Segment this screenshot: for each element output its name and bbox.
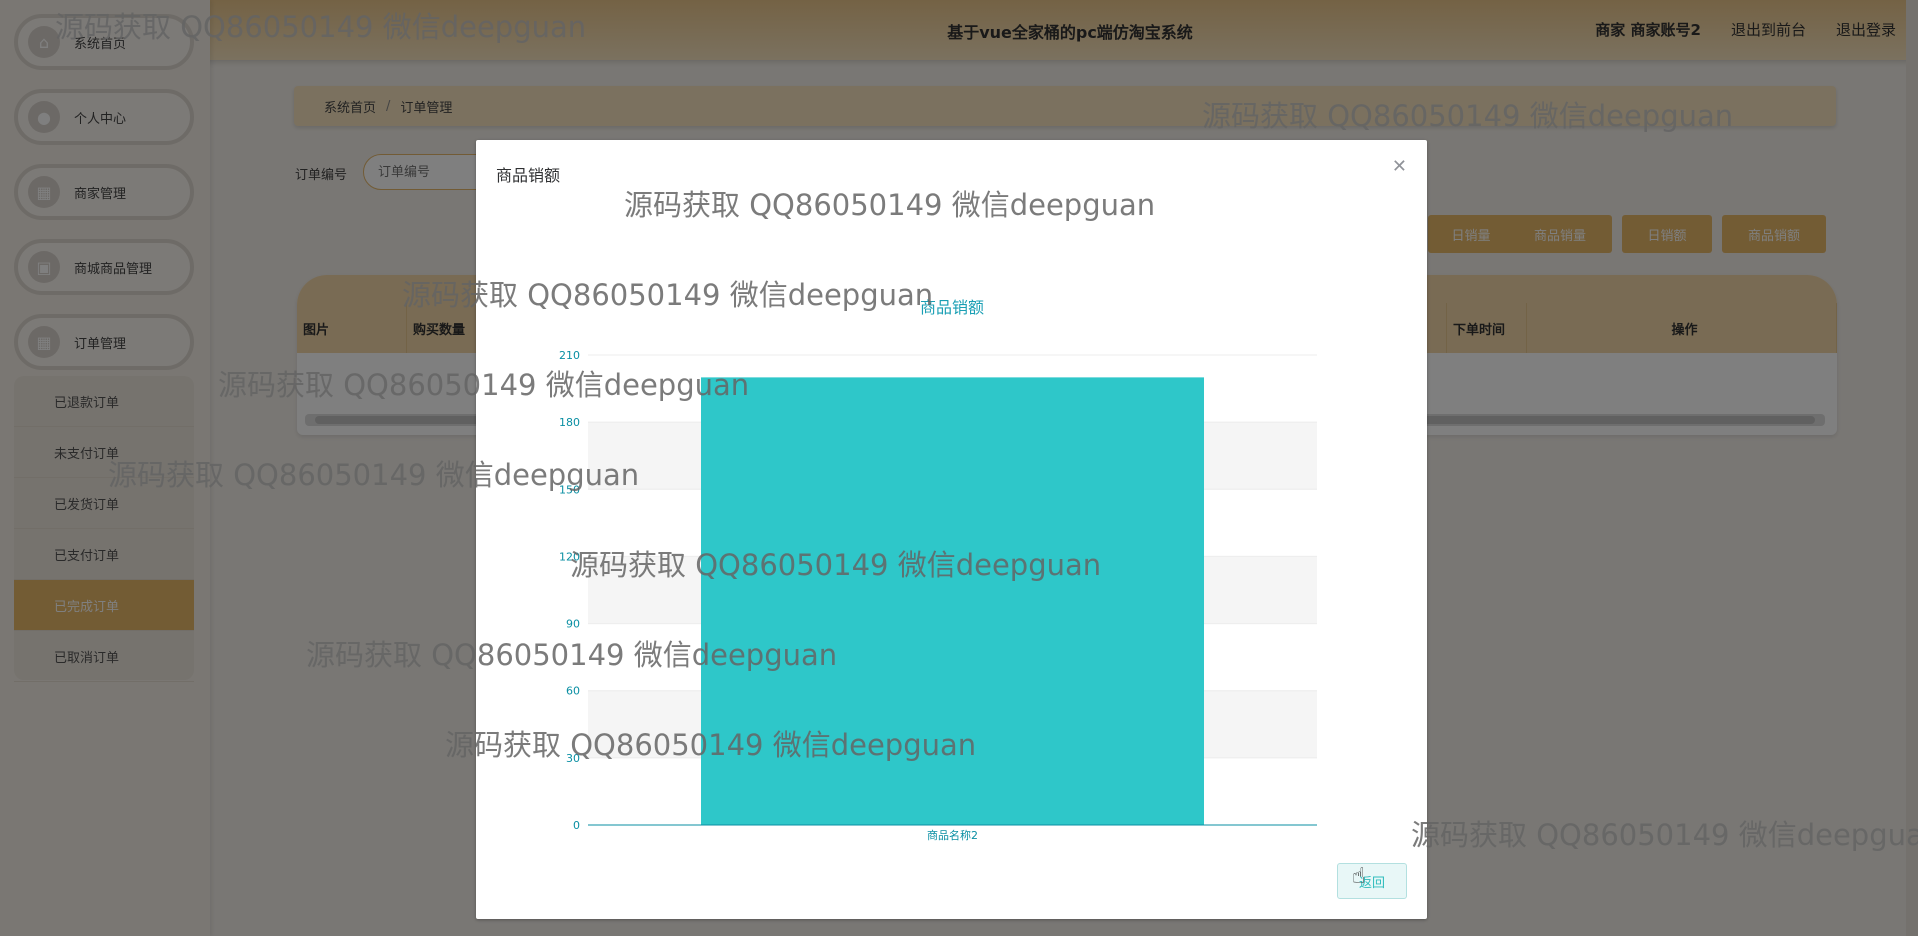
mouse-cursor-icon: ☝	[1352, 864, 1366, 889]
sales-bar-chart: 商品销额 0 30 60 90 120 150 180 210 商品名称2	[559, 298, 1317, 842]
y-tick-label: 0	[573, 819, 580, 832]
chart-bars	[700, 377, 1205, 825]
y-tick-label: 30	[566, 752, 580, 765]
y-tick-label: 180	[559, 416, 580, 429]
y-tick-label: 60	[566, 685, 580, 698]
chart-bar	[700, 377, 1205, 825]
chart-title: 商品销额	[920, 298, 984, 317]
dialog-title: 商品销额	[496, 166, 561, 185]
y-tick-label: 90	[566, 618, 580, 631]
sales-amount-dialog: 商品销额 ✕ 商品销额 0 30 60 90 120 150 180 210 商品名称2 返回	[476, 140, 1427, 919]
y-tick-label: 150	[559, 483, 580, 496]
back-button[interactable]: 返回	[1337, 863, 1407, 899]
close-icon[interactable]: ✕	[1392, 156, 1407, 177]
x-tick-label: 商品名称2	[927, 828, 978, 842]
y-tick-label: 120	[559, 550, 580, 563]
y-tick-label: 210	[559, 349, 580, 362]
